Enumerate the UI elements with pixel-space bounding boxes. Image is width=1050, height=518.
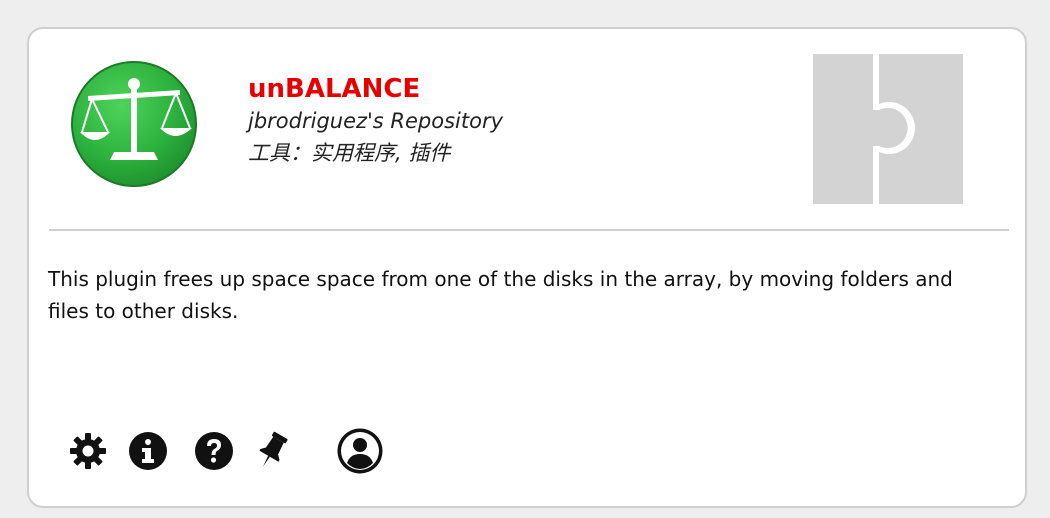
user-circle-icon[interactable] (336, 427, 384, 475)
question-icon[interactable] (194, 431, 234, 471)
gear-icon[interactable] (68, 431, 108, 471)
plugin-card: unBALANCE jbrodriguez's Repository 工具：实用… (27, 27, 1027, 508)
plugin-name[interactable]: unBALANCE (248, 73, 503, 105)
scales-icon (71, 61, 197, 187)
divider (49, 229, 1009, 231)
plugin-category: 工具：实用程序, 插件 (248, 141, 451, 165)
info-icon[interactable] (128, 431, 168, 471)
plugin-placeholder-icon (813, 54, 963, 204)
pin-icon[interactable] (252, 431, 292, 471)
plugin-header: unBALANCE jbrodriguez's Repository 工具：实用… (248, 73, 503, 169)
plugin-repository: jbrodriguez's Repository (248, 109, 504, 133)
plugin-description: This plugin frees up space space from on… (48, 267, 953, 323)
